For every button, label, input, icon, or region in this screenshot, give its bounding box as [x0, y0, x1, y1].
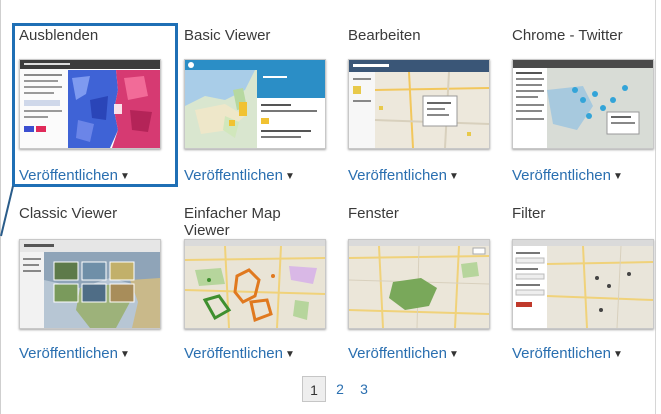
publish-dropdown-filter[interactable]: Veröffentlichen ▼: [512, 345, 623, 363]
tile-title: Basic Viewer: [184, 27, 271, 44]
callout-connector-line: [0, 185, 14, 237]
caret-down-icon: ▼: [448, 349, 459, 360]
page-3-link[interactable]: 3: [358, 376, 370, 402]
thumbnail-ausblenden[interactable]: [19, 59, 161, 149]
thumbnail-filter[interactable]: [512, 239, 654, 329]
publish-label: Veröffentlichen: [512, 167, 611, 184]
thumbnail-fenster[interactable]: [348, 239, 490, 329]
tile-title: Filter: [512, 205, 546, 222]
caret-down-icon: ▼: [119, 349, 130, 360]
publish-dropdown-basic-viewer[interactable]: Veröffentlichen ▼: [184, 167, 295, 185]
publish-dropdown-classic-viewer[interactable]: Veröffentlichen ▼: [19, 345, 130, 363]
publish-label: Veröffentlichen: [184, 345, 283, 362]
caret-down-icon: ▼: [612, 171, 623, 182]
publish-label: Veröffentlichen: [19, 167, 118, 184]
publish-label: Veröffentlichen: [512, 345, 611, 362]
tile-title: Bearbeiten: [348, 27, 421, 44]
publish-dropdown-ausblenden[interactable]: Veröffentlichen ▼: [19, 167, 130, 185]
caret-down-icon: ▼: [612, 349, 623, 360]
caret-down-icon: ▼: [284, 171, 295, 182]
tile-title: Einfacher Map Viewer: [184, 205, 281, 239]
thumbnail-chrome-twitter[interactable]: [512, 59, 654, 149]
thumbnail-einfacher-map-viewer[interactable]: [184, 239, 326, 329]
page-2-link[interactable]: 2: [334, 376, 346, 402]
caret-down-icon: ▼: [119, 171, 130, 182]
thumbnail-classic-viewer[interactable]: [19, 239, 161, 329]
caret-down-icon: ▼: [448, 171, 459, 182]
publish-dropdown-fenster[interactable]: Veröffentlichen ▼: [348, 345, 459, 363]
publish-label: Veröffentlichen: [184, 167, 283, 184]
publish-label: Veröffentlichen: [19, 345, 118, 362]
tile-title: Ausblenden: [19, 27, 99, 44]
tile-title: Fenster: [348, 205, 399, 222]
publish-dropdown-chrome-twitter[interactable]: Veröffentlichen ▼: [512, 167, 623, 185]
publish-dropdown-bearbeiten[interactable]: Veröffentlichen ▼: [348, 167, 459, 185]
thumbnail-bearbeiten[interactable]: [348, 59, 490, 149]
publish-label: Veröffentlichen: [348, 167, 447, 184]
thumbnail-basic-viewer[interactable]: [184, 59, 326, 149]
caret-down-icon: ▼: [284, 349, 295, 360]
tile-title: Classic Viewer: [19, 205, 118, 222]
page-1-button[interactable]: 1: [302, 376, 326, 402]
publish-label: Veröffentlichen: [348, 345, 447, 362]
tile-title: Chrome - Twitter: [512, 27, 623, 44]
publish-dropdown-einfacher-map-viewer[interactable]: Veröffentlichen ▼: [184, 345, 295, 363]
